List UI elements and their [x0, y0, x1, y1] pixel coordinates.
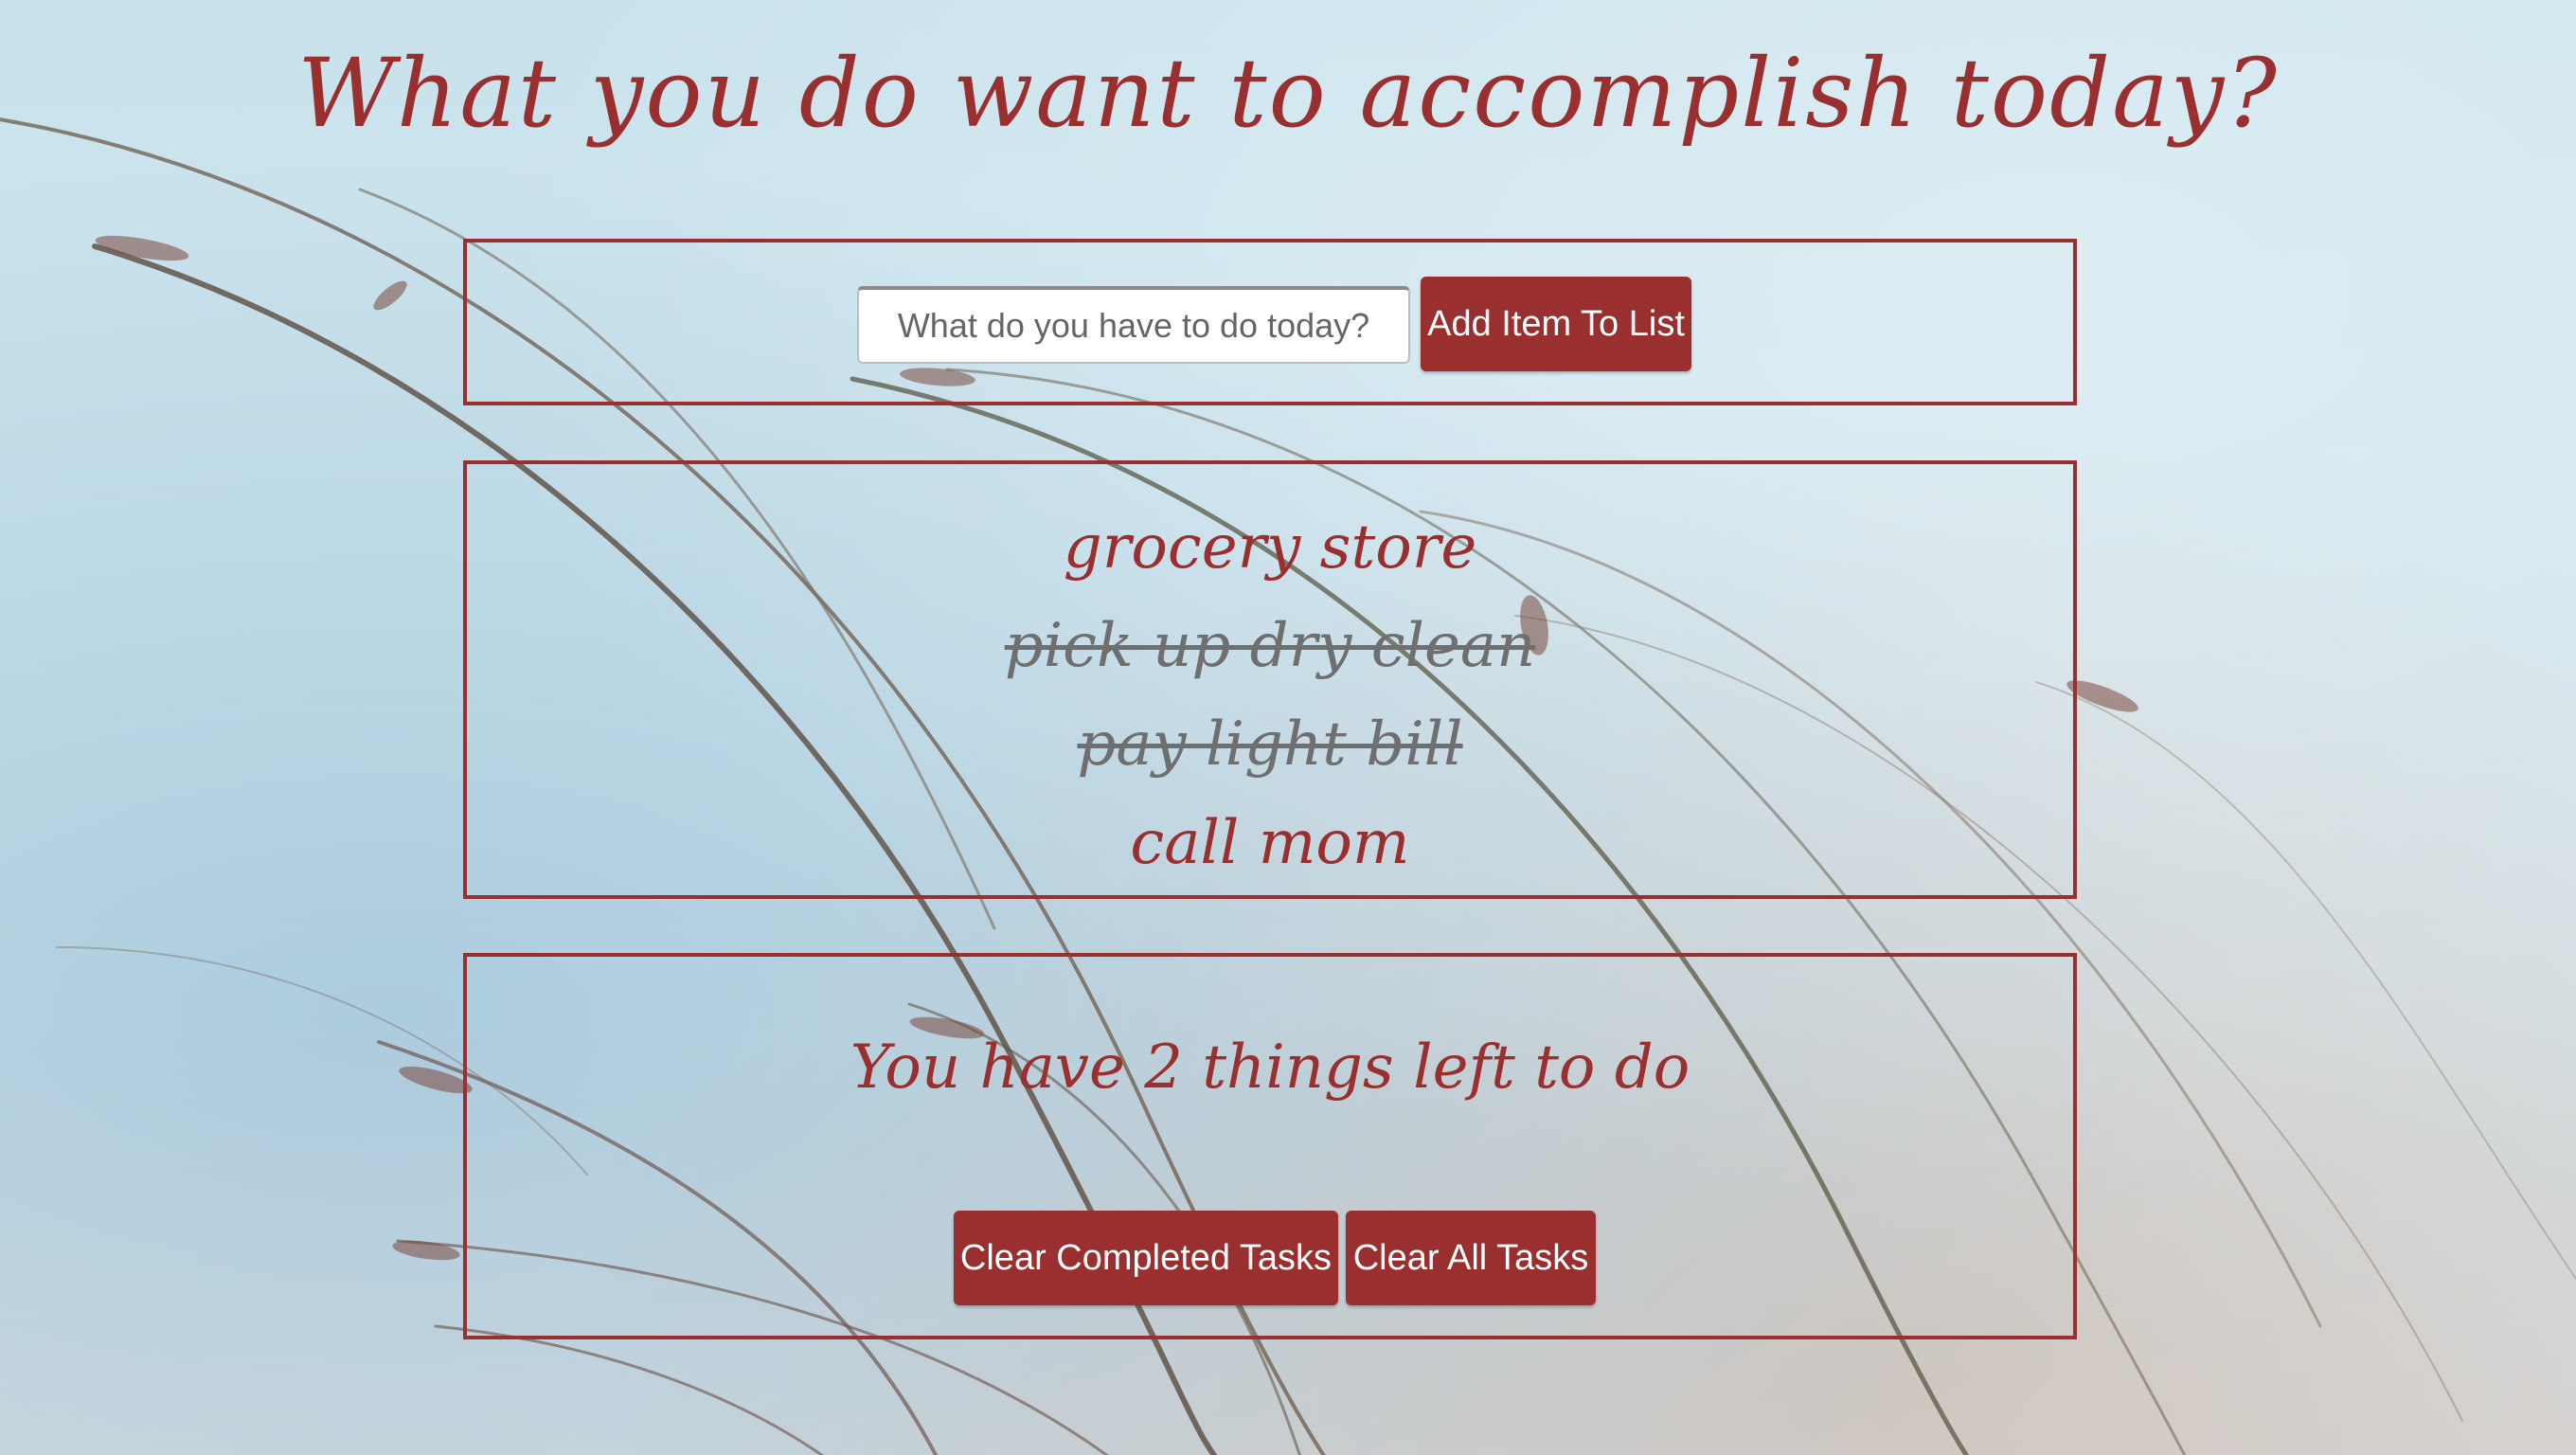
page-title: What you do want to accomplish today?	[297, 38, 2279, 149]
new-task-input[interactable]	[857, 286, 1410, 364]
summary-panel: You have 2 things left to do Clear Compl…	[463, 953, 2077, 1339]
remaining-count-text: You have 2 things left to do	[850, 1033, 1690, 1103]
task-item[interactable]: call mom	[467, 794, 2073, 892]
add-task-panel: Add Item To List	[463, 239, 2077, 405]
clear-completed-button[interactable]: Clear Completed Tasks	[954, 1211, 1338, 1305]
add-item-button[interactable]: Add Item To List	[1421, 277, 1691, 371]
task-item-completed[interactable]: pay light bill	[467, 695, 2073, 794]
clear-all-button[interactable]: Clear All Tasks	[1346, 1211, 1596, 1305]
task-item[interactable]: grocery store	[467, 498, 2073, 597]
task-list-panel: grocery store pick up dry clean pay ligh…	[463, 460, 2077, 899]
task-item-completed[interactable]: pick up dry clean	[467, 597, 2073, 695]
task-list: grocery store pick up dry clean pay ligh…	[467, 498, 2073, 892]
